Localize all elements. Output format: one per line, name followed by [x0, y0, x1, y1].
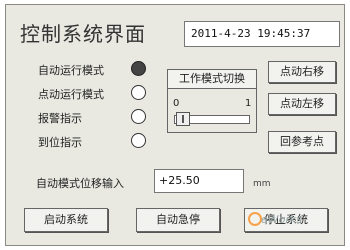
- datetime-display: 2011-4-23 19:45:37: [184, 21, 340, 47]
- indicator-label-auto: 自动运行模式: [38, 64, 104, 77]
- watermark-text: eWorks: [261, 213, 302, 226]
- return-reference-button[interactable]: 回参考点: [268, 131, 336, 153]
- auto-emergency-stop-button[interactable]: 自动急停: [136, 208, 220, 232]
- mode-switch-thumb[interactable]: [176, 112, 190, 126]
- gear-icon: [248, 212, 262, 226]
- mode-switch-max-label: 1: [245, 98, 252, 109]
- indicator-lamp-in-position: [131, 133, 146, 148]
- displacement-input[interactable]: +25.50: [154, 169, 244, 193]
- indicator-lamp-alarm: [131, 109, 146, 124]
- start-system-button[interactable]: 启动系统: [24, 208, 108, 232]
- indicator-label-jog: 点动运行模式: [38, 88, 104, 101]
- page-title: 控制系统界面: [20, 22, 146, 46]
- mode-switch-title: 工作模式切换: [168, 70, 256, 89]
- jog-left-button[interactable]: 点动左移: [268, 93, 336, 115]
- displacement-label: 自动模式位移输入: [36, 177, 124, 190]
- indicator-label-alarm: 报警指示: [38, 112, 82, 125]
- jog-right-button[interactable]: 点动右移: [268, 61, 336, 83]
- indicator-lamp-jog: [131, 85, 146, 100]
- displacement-unit: mm: [253, 179, 271, 189]
- indicator-label-in-position: 到位指示: [38, 136, 82, 149]
- control-panel: 控制系统界面 2011-4-23 19:45:37 自动运行模式 点动运行模式 …: [5, 4, 345, 246]
- mode-switch-min-label: 0: [173, 98, 180, 109]
- indicator-lamp-auto: [131, 61, 146, 76]
- mode-switch: 工作模式切换 0 1: [167, 69, 257, 133]
